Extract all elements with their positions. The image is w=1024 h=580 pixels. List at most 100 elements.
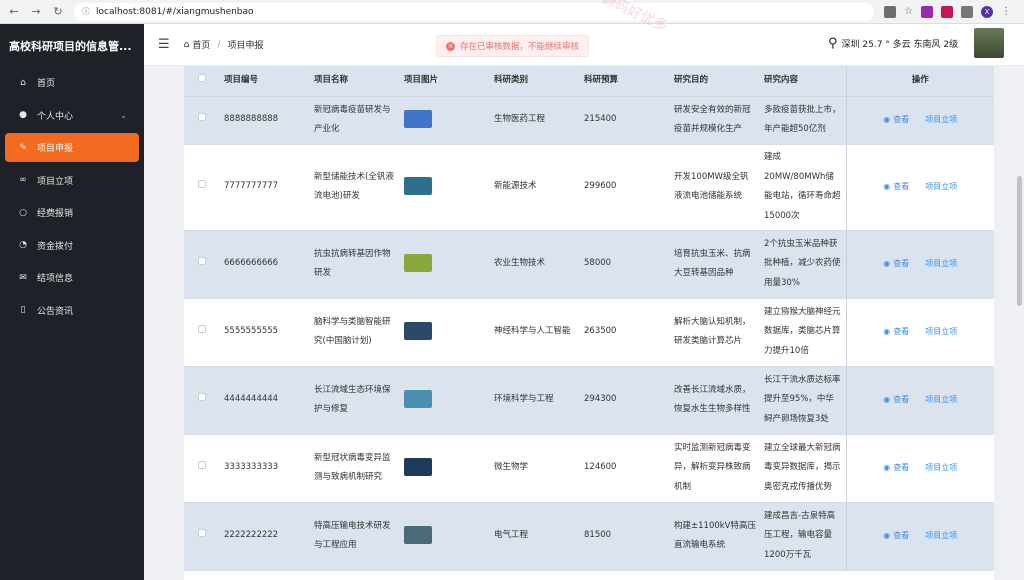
project-image-cell: [404, 434, 494, 503]
view-button[interactable]: ◉ 查看: [883, 182, 909, 191]
project-thumbnail[interactable]: [404, 458, 432, 476]
row-checkbox-cell[interactable]: [184, 298, 224, 367]
row-checkbox[interactable]: [198, 529, 206, 538]
view-button[interactable]: ◉ 查看: [883, 531, 909, 540]
eye-icon: ◉: [883, 462, 891, 472]
row-checkbox[interactable]: [198, 113, 206, 122]
extension-icon[interactable]: [940, 5, 953, 18]
password-key-icon[interactable]: [884, 5, 896, 18]
approve-project-button[interactable]: 项目立项: [925, 182, 957, 191]
approve-project-button[interactable]: 项目立项: [925, 395, 957, 404]
view-button[interactable]: ◉ 查看: [883, 463, 909, 472]
table-row: 6666666666 抗虫抗病转基因作物研发 农业生物技术 58000 培育抗虫玉米、抗…: [184, 230, 994, 299]
url-text: localhost:8081/#/xiangmushenbao: [96, 6, 254, 17]
row-checkbox[interactable]: [198, 461, 206, 470]
select-all-header[interactable]: [184, 66, 224, 97]
scrollbar[interactable]: [1017, 176, 1022, 306]
row-checkbox-cell[interactable]: [184, 502, 224, 571]
bookmark-star-icon[interactable]: ☆: [904, 6, 913, 17]
table-row: 5555555555 脑科学与类脑智能研究(中国脑计划) 神经科学与人工智能 2635…: [184, 298, 994, 367]
approve-project-button[interactable]: 项目立项: [925, 115, 957, 124]
sidebar-item-home[interactable]: ⌂ 首页: [5, 68, 139, 97]
row-checkbox-cell[interactable]: [184, 96, 224, 145]
profile-avatar[interactable]: X: [980, 5, 993, 18]
project-purpose: 研发安全有效的新冠疫苗并规模化生产: [674, 96, 764, 145]
operations-cell: ◉ 查看 项目立项: [845, 366, 994, 435]
project-id: 2222222222: [224, 502, 314, 571]
error-message: × 存在已审核数据，不能继续审核: [436, 35, 590, 57]
approve-project-button[interactable]: 项目立项: [925, 259, 957, 268]
sidebar-item-label: 个人中心: [37, 111, 74, 122]
row-checkbox-cell[interactable]: [184, 434, 224, 503]
row-checkbox-cell[interactable]: [184, 366, 224, 435]
reload-icon[interactable]: ↻: [50, 4, 66, 20]
project-thumbnail[interactable]: [404, 322, 432, 340]
avatar[interactable]: [974, 28, 1004, 58]
menu-toggle-icon[interactable]: ☰: [158, 37, 170, 52]
back-icon[interactable]: ←: [6, 4, 22, 20]
view-button[interactable]: ◉ 查看: [883, 259, 909, 268]
site-info-icon[interactable]: ⓘ: [82, 6, 90, 17]
project-thumbnail[interactable]: [404, 177, 432, 195]
project-thumbnail[interactable]: [404, 526, 432, 544]
project-budget: 263500: [584, 298, 674, 367]
project-content: 建成20MW/80MWh储能电站，循环寿命超15000次: [764, 144, 846, 231]
breadcrumb-home[interactable]: 首页: [192, 38, 210, 51]
column-header: 科研预算: [584, 66, 674, 97]
project-purpose: 开发100MW级全钒液流电池储能系统: [674, 144, 764, 231]
project-name: 脑科学与类脑智能研究(中国脑计划): [314, 298, 404, 367]
more-menu-icon[interactable]: ⋮: [1001, 6, 1011, 17]
project-thumbnail[interactable]: [404, 110, 432, 128]
address-bar[interactable]: ⓘ localhost:8081/#/xiangmushenbao: [74, 2, 874, 21]
project-image-cell: [404, 144, 494, 231]
view-button[interactable]: ◉ 查看: [883, 327, 909, 336]
column-header: 研究内容: [764, 66, 846, 97]
project-thumbnail[interactable]: [404, 254, 432, 272]
select-all-checkbox[interactable]: [198, 74, 206, 82]
project-budget: 81500: [584, 502, 674, 571]
chat-icon: ○: [19, 207, 27, 218]
link-icon: ∞: [19, 175, 27, 185]
sidebar-item-funding[interactable]: ◔ 资金拨付: [5, 231, 139, 260]
project-name: 长江流域生态环境保护与修复: [314, 366, 404, 435]
project-id: 5555555555: [224, 298, 314, 367]
row-checkbox-cell[interactable]: [184, 144, 224, 231]
approve-project-button[interactable]: 项目立项: [925, 463, 957, 472]
sidebar-item-profile[interactable]: ● 个人中心 ⌄: [5, 101, 139, 130]
project-budget: 58000: [584, 230, 674, 299]
row-checkbox-cell[interactable]: [184, 230, 224, 299]
sidebar-item-project-application[interactable]: ✎ 项目申报: [5, 133, 139, 162]
view-button[interactable]: ◉ 查看: [883, 395, 909, 404]
project-category: 农业生物技术: [494, 230, 584, 299]
forward-icon[interactable]: →: [28, 4, 44, 20]
table-row: 2222222222 特高压输电技术研发与工程应用 电气工程 81500 构建±1100…: [184, 502, 994, 571]
book-icon: ▯: [20, 305, 26, 315]
project-name: 特高压输电技术研发与工程应用: [314, 502, 404, 571]
row-checkbox[interactable]: [198, 393, 206, 402]
sidebar-item-announcements[interactable]: ▯ 公告资讯: [5, 296, 139, 325]
row-checkbox[interactable]: [198, 180, 206, 189]
location-pin-icon: ⚲: [828, 36, 838, 51]
project-thumbnail[interactable]: [404, 390, 432, 408]
sidebar-item-label: 公告资讯: [37, 306, 74, 317]
main-content: 项目编号 项目名称 项目图片 科研类别 科研预算 研究目的 研究内容 操作 88…: [144, 66, 1024, 580]
eye-icon: ◉: [883, 181, 891, 191]
weather-widget: ⚲ 深圳 25.7 ° 多云 东南风 2级: [828, 36, 958, 51]
edit-icon: ✎: [19, 142, 27, 153]
extension-icon[interactable]: [920, 5, 933, 18]
view-button[interactable]: ◉ 查看: [883, 115, 909, 124]
row-checkbox[interactable]: [198, 257, 206, 266]
project-content: 建立全球最大新冠病毒变异数据库，揭示奥密克戎传播优势: [764, 434, 846, 503]
extensions-puzzle-icon[interactable]: [960, 5, 973, 18]
approve-project-button[interactable]: 项目立项: [925, 531, 957, 540]
project-image-cell: [404, 366, 494, 435]
sidebar-item-completion[interactable]: ✉ 结项信息: [5, 263, 139, 292]
project-name: 新型冠状病毒变异监测与致病机制研究: [314, 434, 404, 503]
sidebar-item-reimbursement[interactable]: ○ 经费报销: [5, 198, 139, 227]
sidebar-item-project-approval[interactable]: ∞ 项目立项: [5, 166, 139, 195]
project-content: 长江干流水质达标率提升至95%，中华鲟产卵场恢复3处: [764, 366, 846, 435]
project-purpose: 解析大脑认知机制，研发类脑计算芯片: [674, 298, 764, 367]
approve-project-button[interactable]: 项目立项: [925, 327, 957, 336]
row-checkbox[interactable]: [198, 325, 206, 334]
eye-icon: ◉: [883, 114, 891, 124]
